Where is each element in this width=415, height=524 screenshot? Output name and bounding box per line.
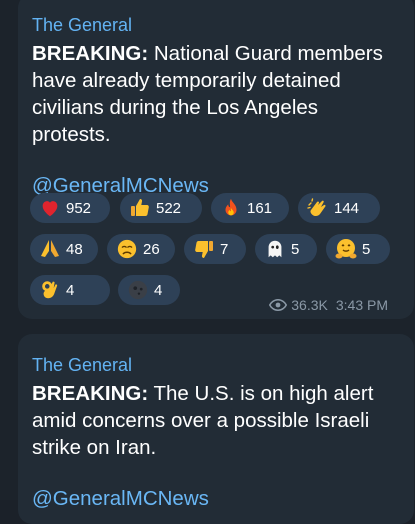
thumbs-up-icon — [128, 196, 152, 220]
sad-face-icon — [115, 237, 139, 261]
ghost-icon — [263, 237, 287, 261]
message-text: BREAKING: The U.S. is on high alert amid… — [32, 380, 400, 461]
reaction-fire[interactable]: 161 — [211, 193, 289, 223]
breaking-label: BREAKING: — [32, 42, 149, 65]
reaction-count: 5 — [291, 240, 300, 258]
message-text: BREAKING: National Guard members have al… — [32, 40, 400, 148]
message-bubble[interactable]: The General BREAKING: National Guard mem… — [18, 0, 414, 319]
reaction-new-moon-face[interactable]: 4 — [118, 275, 180, 305]
message-meta: 36.3K 3:43 PM — [269, 297, 388, 313]
reaction-ok-hand[interactable]: 4 — [30, 275, 110, 305]
reaction-sad[interactable]: 26 — [107, 234, 175, 264]
thumbs-down-icon — [192, 237, 216, 261]
hugging-face-icon — [334, 237, 358, 261]
ok-hand-icon — [38, 278, 62, 302]
reaction-count: 144 — [334, 199, 360, 217]
reaction-count: 952 — [66, 199, 92, 217]
fire-icon — [219, 196, 243, 220]
sender-name[interactable]: The General — [32, 14, 400, 36]
reaction-count: 4 — [66, 281, 75, 299]
reaction-count: 26 — [143, 240, 160, 258]
reaction-count: 4 — [154, 281, 163, 299]
reaction-ghost[interactable]: 5 — [255, 234, 317, 264]
reaction-clapping[interactable]: 144 — [298, 193, 380, 223]
message-time: 3:43 PM — [335, 297, 388, 313]
heart-icon — [38, 196, 62, 220]
reaction-thumbs-up[interactable]: 522 — [120, 193, 202, 223]
reaction-count: 161 — [247, 199, 273, 217]
praying-hands-icon — [38, 237, 62, 261]
view-count: 36.3K — [291, 297, 328, 313]
message-bubble[interactable]: The General BREAKING: The U.S. is on hig… — [18, 334, 414, 524]
new-moon-face-icon — [126, 278, 150, 302]
clapping-hands-icon — [306, 196, 330, 220]
reaction-count: 5 — [362, 240, 371, 258]
eye-icon — [269, 298, 288, 312]
reaction-heart[interactable]: 952 — [30, 193, 110, 223]
reaction-hugging[interactable]: 5 — [326, 234, 390, 264]
sender-name[interactable]: The General — [32, 354, 400, 376]
breaking-label: BREAKING: — [32, 382, 149, 405]
reaction-count: 522 — [156, 199, 182, 217]
reaction-thumbs-down[interactable]: 7 — [184, 234, 246, 264]
channel-link[interactable]: @GeneralMCNews — [32, 485, 400, 512]
reaction-count: 7 — [220, 240, 229, 258]
reaction-count: 48 — [66, 240, 83, 258]
reaction-praying[interactable]: 48 — [30, 234, 98, 264]
